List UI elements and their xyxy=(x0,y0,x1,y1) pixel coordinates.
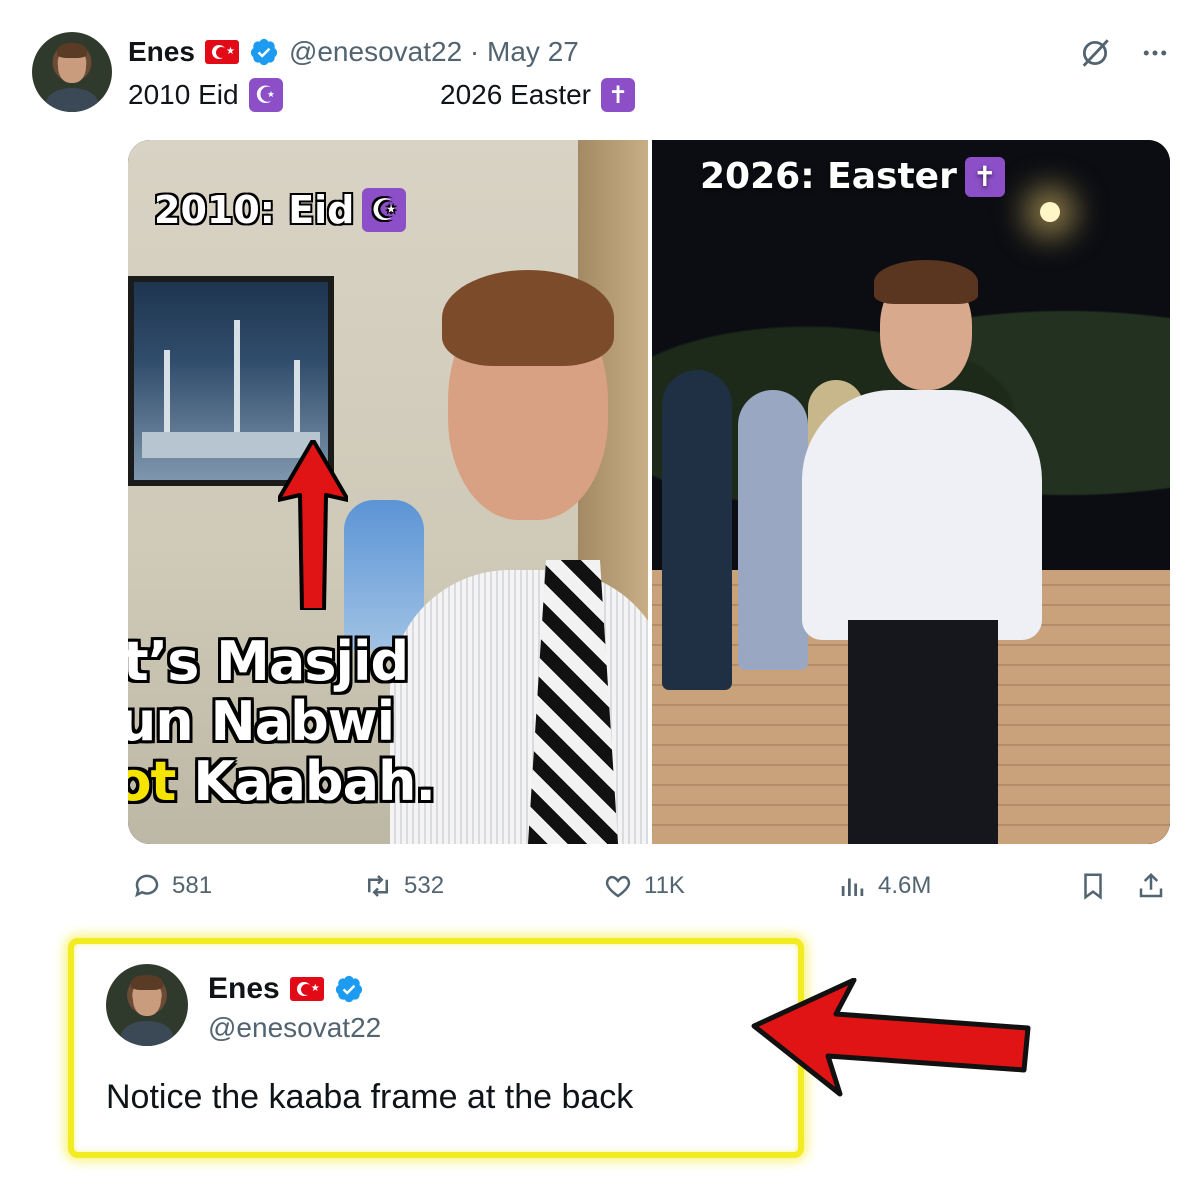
right-caption: 2026: Easter ✝ xyxy=(700,156,1005,197)
red-arrow-up-icon xyxy=(278,440,348,610)
reply-author-name[interactable]: Enes xyxy=(208,972,280,1006)
retweet-action[interactable]: 532 xyxy=(362,866,444,906)
highlighted-reply-card[interactable] xyxy=(68,938,804,1158)
bookmark-icon xyxy=(1084,873,1102,900)
star-crescent-emoji: ☪ xyxy=(248,78,283,112)
reply-header: Enes ★ xyxy=(208,972,364,1006)
cross-emoji: ✝ xyxy=(601,78,635,112)
overlay-annotation: It’s Masjid un Nabwi not Kaabah. xyxy=(128,630,436,813)
tweet-action-bar: 581 532 11K 4.6M xyxy=(128,866,1173,906)
tweet-media[interactable]: 2010: Eid ☪ It’s Masjid un Nabwi not Kaa… xyxy=(128,140,1170,844)
retweet-count: 532 xyxy=(404,872,445,899)
views-count: 4.6M xyxy=(878,872,932,899)
more-icon[interactable] xyxy=(1140,38,1170,68)
tweet-text-part1: 2010 Eid ☪ xyxy=(128,78,283,112)
author-avatar[interactable] xyxy=(32,32,112,112)
grok-icon[interactable] xyxy=(1078,36,1112,70)
like-count: 11K xyxy=(644,872,685,899)
turkey-flag-icon: ★ xyxy=(289,977,324,1001)
bookmark-action[interactable] xyxy=(1078,866,1108,906)
reply-count: 581 xyxy=(172,872,213,899)
red-arrow-left-icon xyxy=(751,978,1031,1097)
photo-2026[interactable]: 2026: Easter ✝ xyxy=(652,140,1170,844)
like-icon xyxy=(605,875,631,898)
author-name[interactable]: Enes xyxy=(128,36,195,68)
tweet-top-actions xyxy=(1078,36,1170,70)
photo-2010[interactable]: 2010: Eid ☪ It’s Masjid un Nabwi not Kaa… xyxy=(128,140,648,844)
tweet-text-part2: 2026 Easter ✝ xyxy=(440,78,635,112)
turkey-flag-icon: ★ xyxy=(204,40,239,64)
views-icon xyxy=(841,878,864,896)
reply-icon xyxy=(135,874,159,898)
share-icon xyxy=(1139,872,1163,898)
share-action[interactable] xyxy=(1136,866,1166,906)
views-action[interactable]: 4.6M xyxy=(838,866,931,906)
reply-text: Notice the kaaba frame at the back xyxy=(106,1078,634,1116)
reply-action[interactable]: 581 xyxy=(132,866,212,906)
left-caption: 2010: Eid ☪ xyxy=(154,188,407,232)
cross-emoji: ✝ xyxy=(964,156,1005,197)
author-handle-date[interactable]: @enesovat22 · May 27 xyxy=(289,36,579,68)
reply-author-handle[interactable]: @enesovat22 xyxy=(208,1012,381,1044)
verified-icon xyxy=(250,38,278,66)
retweet-icon xyxy=(368,875,388,897)
star-crescent-emoji: ☪ xyxy=(362,188,407,232)
like-action[interactable]: 11K xyxy=(602,866,685,906)
reply-author-avatar[interactable] xyxy=(106,964,188,1046)
verified-icon xyxy=(335,975,362,1003)
tweet-header: Enes ★ @enesovat22 · May 27 xyxy=(128,34,579,70)
